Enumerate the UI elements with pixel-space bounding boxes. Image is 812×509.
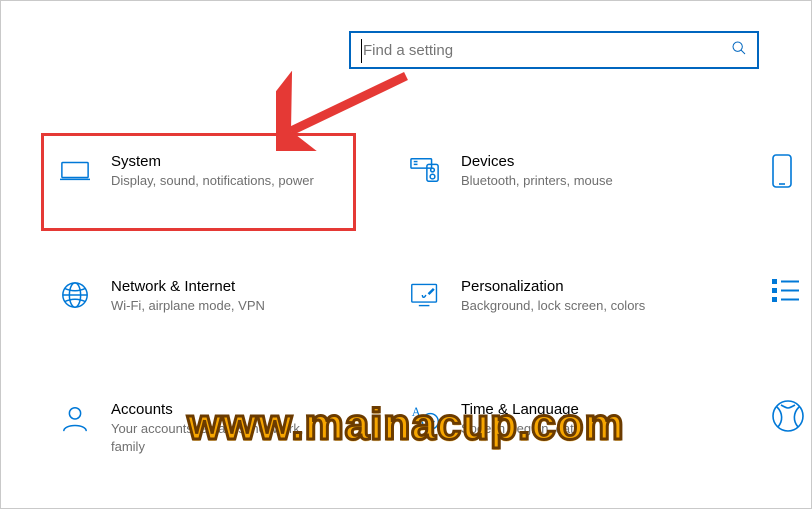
tile-desc: Background, lock screen, colors [461, 297, 645, 315]
tile-gaming-partial[interactable] [771, 399, 811, 433]
svg-text:A: A [412, 405, 421, 419]
paint-icon [409, 280, 441, 310]
tile-title: Network & Internet [111, 278, 265, 295]
annotation-arrow [276, 71, 426, 151]
tile-title: Time & Language [461, 401, 581, 418]
text-caret [361, 39, 362, 63]
display-icon [59, 155, 91, 185]
tile-devices[interactable]: Devices Bluetooth, printers, mouse [409, 153, 613, 190]
tile-desc: Your accounts, email, sync, work, family [111, 420, 321, 455]
tile-time-language[interactable]: A Time & Language Speech, region, date [409, 401, 581, 438]
tile-personalization[interactable]: Personalization Background, lock screen,… [409, 278, 645, 315]
tile-desc: Wi-Fi, airplane mode, VPN [111, 297, 265, 315]
tile-title: Accounts [111, 401, 321, 418]
tile-title: Personalization [461, 278, 645, 295]
tile-desc: Bluetooth, printers, mouse [461, 172, 613, 190]
tile-system[interactable]: System Display, sound, notifications, po… [59, 153, 314, 190]
search-input[interactable] [361, 41, 731, 60]
settings-window: System Display, sound, notifications, po… [0, 0, 812, 509]
account-icon [59, 403, 91, 433]
search-box[interactable] [349, 31, 759, 69]
tile-network[interactable]: Network & Internet Wi-Fi, airplane mode,… [59, 278, 265, 315]
tile-accounts[interactable]: Accounts Your accounts, email, sync, wor… [59, 401, 321, 455]
time-language-icon: A [409, 403, 441, 433]
tile-apps-partial[interactable] [771, 278, 811, 304]
tile-title: Devices [461, 153, 613, 170]
globe-icon [59, 280, 91, 310]
search-icon [731, 40, 747, 61]
tile-title: System [111, 153, 314, 170]
tile-desc: Display, sound, notifications, power [111, 172, 314, 190]
devices-icon [409, 155, 441, 185]
tile-phone-partial[interactable] [771, 153, 811, 189]
tile-desc: Speech, region, date [461, 420, 581, 438]
